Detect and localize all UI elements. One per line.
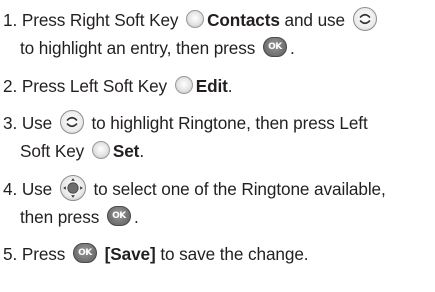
step-bold-label: Edit: [195, 76, 228, 96]
step-text: then press: [20, 207, 100, 227]
left-soft-key-icon: [91, 141, 110, 160]
step-3-line-1: 3. Use to highlight Ringtone, then press…: [3, 109, 431, 137]
step-text: to highlight Ringtone, then press Left: [91, 113, 368, 133]
step-number: 2.: [3, 76, 18, 96]
step-text: Use: [21, 179, 53, 199]
step-number: 3.: [3, 113, 18, 133]
navigation-key-up-down-icon: [352, 7, 377, 32]
step-4-line-2: then press OK.: [3, 203, 431, 231]
step-1: 1. Press Right Soft Key Contacts and use…: [3, 6, 431, 62]
step-text: Soft Key: [20, 141, 85, 161]
step-number: 5.: [3, 244, 18, 264]
step-text: .: [133, 207, 139, 227]
navigation-key-four-way-icon: [59, 175, 86, 202]
step-bold-label: Contacts: [207, 10, 280, 30]
step-text: to save the change.: [160, 244, 309, 264]
step-2-line-1: 2. Press Left Soft Key Edit.: [3, 72, 431, 100]
navigation-key-up-down-icon: [59, 110, 84, 135]
step-text: .: [289, 38, 295, 58]
step-4-line-1: 4. Use to select one of the Ringtone ava…: [3, 175, 431, 203]
step-3-line-2: Soft Key Set.: [3, 137, 431, 165]
instruction-steps: 1. Press Right Soft Key Contacts and use…: [3, 6, 431, 268]
step-bold-label: [Save]: [104, 244, 156, 264]
step-2: 2. Press Left Soft Key Edit.: [3, 72, 431, 100]
right-soft-key-icon: [186, 10, 205, 29]
step-text: Press: [21, 244, 66, 264]
ok-key-icon: OK: [106, 206, 131, 227]
step-bold-label: Set: [112, 141, 140, 161]
step-number: 4.: [3, 179, 18, 199]
step-text: .: [227, 76, 233, 96]
step-5-line-1: 5. Press OK [Save] to save the change.: [3, 240, 431, 268]
step-text: .: [139, 141, 144, 161]
step-1-line-2: to highlight an entry, then press OK.: [3, 34, 431, 62]
step-1-line-1: 1. Press Right Soft Key Contacts and use: [3, 6, 431, 34]
step-text: Press Right Soft Key: [21, 10, 179, 30]
left-soft-key-icon: [174, 76, 193, 95]
ok-key-icon: OK: [72, 243, 97, 264]
step-number: 1.: [3, 10, 18, 30]
step-text: Use: [21, 113, 53, 133]
step-text: Press Left Soft Key: [21, 76, 168, 96]
ok-key-icon: OK: [262, 37, 287, 58]
step-text: to select one of the Ringtone available,: [93, 179, 386, 199]
step-text: to highlight an entry, then press: [20, 38, 256, 58]
step-5: 5. Press OK [Save] to save the change.: [3, 240, 431, 268]
step-4: 4. Use to select one of the Ringtone ava…: [3, 175, 431, 231]
step-3: 3. Use to highlight Ringtone, then press…: [3, 109, 431, 165]
step-text: and use: [284, 10, 346, 30]
